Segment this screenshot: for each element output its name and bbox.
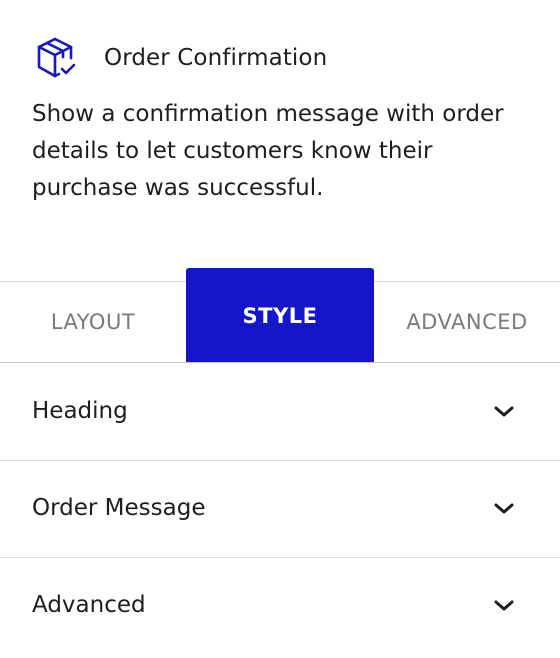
section-advanced-label: Advanced xyxy=(32,592,146,618)
block-description-line: Show a confirmation message with order xyxy=(32,101,504,127)
block-title: Order Confirmation xyxy=(104,45,328,71)
section-order-message[interactable]: Order Message xyxy=(0,461,560,558)
tabs-divider-bottom xyxy=(0,362,560,363)
inspector-tabs: LAYOUT STYLE ADVANCED xyxy=(0,268,560,364)
package-check-icon xyxy=(37,37,76,78)
chevron-down-icon[interactable] xyxy=(492,598,516,614)
chevron-down-icon[interactable] xyxy=(492,501,516,517)
section-heading[interactable]: Heading xyxy=(0,364,560,461)
tab-layout[interactable]: LAYOUT xyxy=(0,282,186,362)
tab-style[interactable]: STYLE xyxy=(186,268,374,363)
block-inspector-panel: Order Confirmation Show a confirmation m… xyxy=(0,0,560,658)
section-order-message-label: Order Message xyxy=(32,495,206,521)
block-description: Show a confirmation message with order d… xyxy=(32,96,532,207)
tab-advanced[interactable]: ADVANCED xyxy=(374,282,560,362)
chevron-down-icon[interactable] xyxy=(492,404,516,420)
section-advanced[interactable]: Advanced xyxy=(0,558,560,655)
block-header: Order Confirmation xyxy=(34,36,327,80)
section-heading-label: Heading xyxy=(32,398,128,424)
block-description-line: purchase was successful. xyxy=(32,175,324,201)
block-description-line: details to let customers know their xyxy=(32,138,433,164)
